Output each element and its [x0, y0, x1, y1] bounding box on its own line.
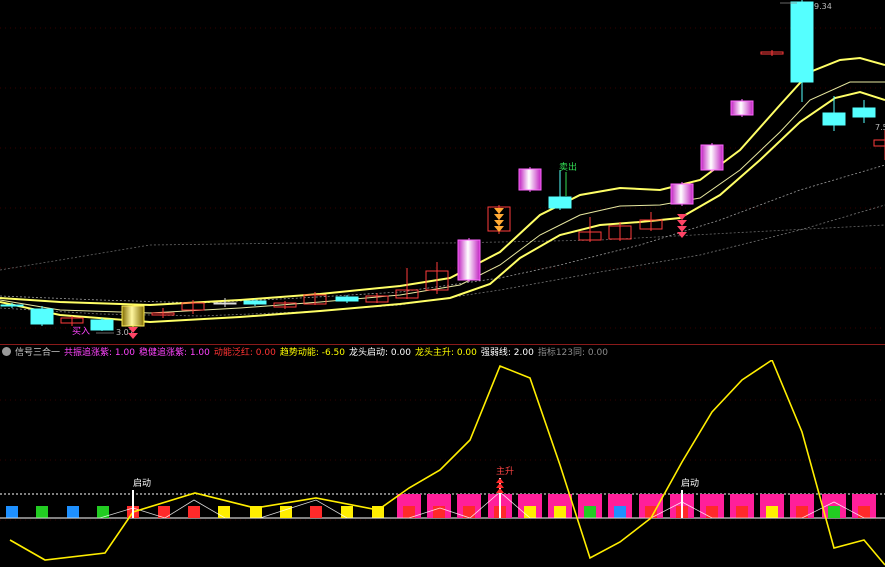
signal-square — [524, 506, 536, 518]
partial-price-label: 7.5 — [875, 123, 885, 132]
candlestick — [213, 298, 237, 307]
candle-body — [700, 144, 724, 171]
candle-body — [0, 304, 24, 307]
candle-body — [852, 107, 876, 118]
signal-square — [614, 506, 626, 518]
signal-square — [36, 506, 48, 518]
candle-body — [730, 100, 754, 116]
main-rise-marker-label: 主升 — [496, 465, 514, 477]
indicator-fields: 共振追涨紫: 1.00 稳健追涨紫: 1.00 动能泛红: 0.00 趋势动能: -6… — [64, 348, 612, 358]
candlestick — [518, 167, 542, 192]
pane-separator[interactable] — [0, 344, 885, 345]
start-marker-label-2: 启动 — [681, 477, 699, 489]
candlestick — [670, 182, 694, 206]
candle-body — [790, 1, 814, 83]
buy-signal-label: 买入 — [72, 326, 90, 337]
candle-body — [518, 168, 542, 191]
indicator-field: 动能泛红: 0.00 — [213, 348, 276, 358]
main-rise-arrow — [496, 483, 504, 488]
indicator-field: 龙头主升: 0.00 — [414, 348, 477, 358]
candlestick — [548, 170, 572, 210]
signal-arrow — [494, 214, 504, 220]
signal-square — [828, 506, 840, 518]
signal-square — [341, 506, 353, 518]
candlestick — [760, 50, 784, 56]
signal-square — [188, 506, 200, 518]
candle-body — [243, 300, 267, 305]
signal-square — [403, 506, 415, 518]
indicator-field: 指标123同: 0.00 — [537, 348, 608, 358]
indicator-field: 强弱线: 2.00 — [480, 348, 534, 358]
main-rise-arrow — [496, 478, 504, 483]
candle-body — [30, 308, 54, 325]
signal-arrow — [677, 232, 687, 238]
buy-arrows — [128, 327, 138, 339]
candle-body — [335, 296, 359, 302]
candlestick — [30, 306, 54, 326]
indicator-field: 稳健追涨紫: 1.00 — [138, 348, 210, 358]
candlestick — [852, 100, 876, 123]
ma-dotted-line — [0, 224, 885, 271]
start-marker-label: 启动 — [133, 477, 151, 489]
price-chart[interactable]: 9.347.53.07买入卖出 — [0, 0, 885, 344]
candlestick — [822, 96, 846, 131]
indicator-field: 趋势动能: -6.50 — [279, 348, 346, 358]
signal-square — [280, 506, 292, 518]
sell-signal-label: 卖出 — [559, 161, 577, 173]
signal-arrow — [494, 220, 504, 226]
candlestick — [790, 0, 814, 102]
signal-square — [433, 506, 445, 518]
indicator-chart[interactable]: 启动 主升启动 — [0, 360, 885, 567]
signal-square — [736, 506, 748, 518]
indicator-settings-icon[interactable] — [2, 347, 11, 356]
candlestick — [700, 143, 724, 172]
candle-body — [457, 239, 481, 281]
indicator-field: 龙头启动: 0.00 — [349, 348, 411, 358]
candlestick — [457, 238, 481, 282]
signal-arrow — [494, 208, 504, 214]
candle-body — [121, 305, 145, 327]
candlestick — [121, 304, 145, 328]
candlestick — [730, 99, 754, 117]
candle-body — [548, 196, 572, 209]
candlestick — [60, 316, 84, 326]
signal-square — [218, 506, 230, 518]
signal-arrow — [677, 220, 687, 226]
signal-square — [6, 506, 18, 518]
high-price-label: 9.34 — [814, 2, 832, 11]
stock-chart-window: 9.347.53.07买入卖出 信号三合一共振追涨紫: 1.00稳健追涨紫: 1… — [0, 0, 885, 567]
candle-body — [90, 319, 114, 331]
trend-momentum-line — [9, 360, 885, 566]
signal-square — [584, 506, 596, 518]
indicator-title[interactable]: 信号三合一 — [15, 348, 60, 358]
candlestick — [873, 130, 885, 160]
signal-square — [310, 506, 322, 518]
indicator-field: 共振追涨紫: 1.00 — [64, 348, 135, 358]
signal-square — [67, 506, 79, 518]
candle-body — [873, 139, 885, 147]
channel-upper-line — [0, 56, 885, 307]
candlestick — [335, 295, 359, 303]
main-rise-arrow — [496, 488, 504, 493]
sell-arrows — [494, 208, 504, 232]
candlestick — [151, 308, 175, 318]
indicator-header: 信号三合一 共振追涨紫: 1.00 稳健追涨紫: 1.00 动能泛红: 0.00 趋势动… — [0, 346, 885, 360]
ma-dotted-line — [0, 164, 885, 304]
candle-body — [213, 302, 237, 305]
signal-square — [554, 506, 566, 518]
candle-body — [670, 183, 694, 205]
candlestick — [90, 318, 114, 331]
signal-square — [766, 506, 778, 518]
candle-body — [822, 112, 846, 126]
